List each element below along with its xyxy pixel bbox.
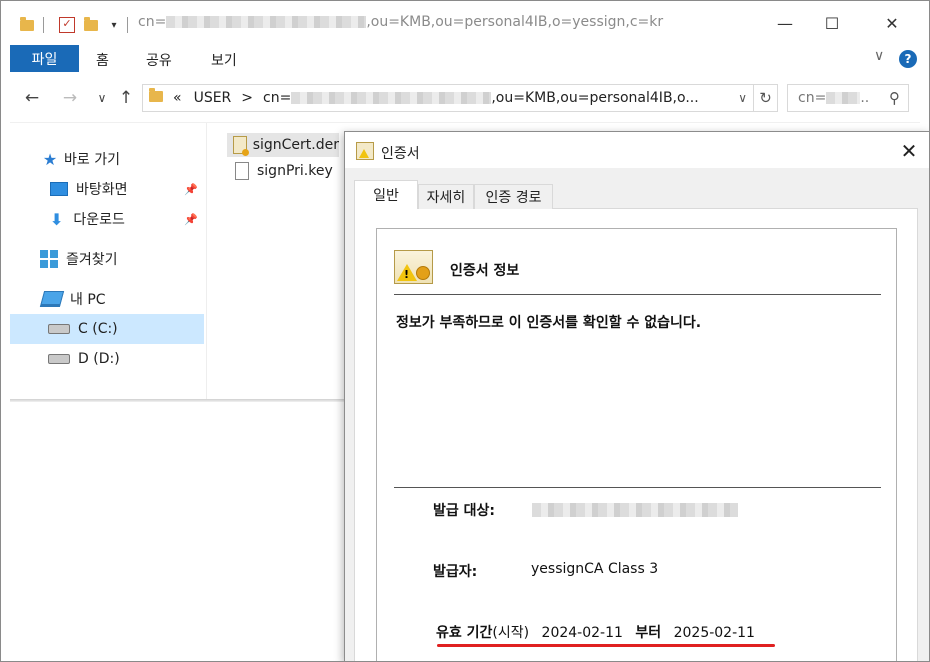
seal-icon <box>416 266 430 280</box>
redacted-text <box>826 92 861 104</box>
new-folder-icon[interactable] <box>82 14 100 36</box>
recent-locations-button[interactable]: ∨ <box>90 86 114 110</box>
window-title-prefix: cn= <box>138 14 167 30</box>
expand-ribbon-icon[interactable]: ∨ <box>874 48 884 64</box>
dialog-title: 인증서 <box>381 146 420 162</box>
nav-this-pc[interactable]: 내 PC <box>10 284 204 314</box>
nav-desktop-label: 바탕화면 <box>76 182 128 198</box>
tab-file[interactable]: 파일 <box>10 45 79 72</box>
nav-this-pc-label: 내 PC <box>70 292 106 308</box>
file-name: signPri.key <box>257 163 333 179</box>
tab-home[interactable]: 홈 <box>96 50 109 70</box>
from-word: 부터 <box>635 625 662 641</box>
address-dropdown-icon[interactable]: ∨ <box>738 91 747 105</box>
tab-certification-path[interactable]: 인증 경로 <box>474 184 553 209</box>
validity-start-label: (시작) <box>492 625 530 641</box>
ribbon-bar <box>1 43 929 76</box>
dialog-close-button[interactable]: ✕ <box>896 138 922 164</box>
issued-to-label: 발급 대상: <box>433 503 495 519</box>
maximize-button[interactable]: ☐ <box>809 8 855 38</box>
separator <box>40 14 46 36</box>
desktop-icon <box>50 182 68 196</box>
validity-label: 유효 기간 <box>436 625 493 641</box>
list-item[interactable]: signCert.der <box>227 133 339 157</box>
search-icon[interactable]: ⚲ <box>889 89 900 107</box>
forward-button[interactable]: → <box>58 86 82 110</box>
nav-drive-c-label: C (C:) <box>78 321 118 337</box>
issued-to-value <box>532 502 738 518</box>
nav-downloads-label: 다운로드 <box>73 212 125 228</box>
download-icon: ⬇ <box>50 209 64 229</box>
redacted-text <box>166 16 367 28</box>
redacted-text <box>291 92 492 104</box>
nav-quick-access[interactable]: ★ 바로 가기 <box>10 144 204 174</box>
tab-view[interactable]: 보기 <box>211 50 237 70</box>
divider <box>394 487 881 488</box>
favorites-icon <box>40 250 58 268</box>
breadcrumb-suffix[interactable]: ,ou=KMB,ou=personal4IB,o... <box>491 90 698 106</box>
issued-by-value: yessignCA Class 3 <box>531 561 659 577</box>
nav-drive-d-label: D (D:) <box>78 351 120 367</box>
nav-downloads[interactable]: ⬇ 다운로드 📌 <box>10 204 204 234</box>
window-title-suffix: ,ou=KMB,ou=personal4IB,o=yessign,c=kr <box>366 14 664 30</box>
search-prefix: cn= <box>798 90 827 106</box>
window-title: cn= ,ou=KMB,ou=personal4IB,o=yessign,c=kr <box>138 14 663 30</box>
list-item[interactable]: signPri.key <box>227 159 339 183</box>
drive-icon <box>48 354 70 364</box>
section-title: 인증서 정보 <box>450 263 520 279</box>
certificate-icon <box>356 142 374 160</box>
validity-row: 유효 기간(시작) 2024-02-11 부터 2025-02-11 <box>436 622 755 642</box>
divider <box>394 294 881 295</box>
tab-share[interactable]: 공유 <box>146 50 172 70</box>
file-name: signCert.der <box>252 137 339 153</box>
drive-icon <box>48 324 70 334</box>
up-button[interactable]: ↑ <box>114 86 138 110</box>
breadcrumb-overflow[interactable]: « <box>173 90 182 106</box>
pin-icon[interactable]: 📌 <box>184 213 198 226</box>
certificate-icon <box>233 136 249 156</box>
nav-favorites-label: 즐겨찾기 <box>66 252 118 268</box>
valid-from: 2024-02-11 <box>541 625 623 641</box>
nav-drive-d[interactable]: D (D:) <box>10 344 204 374</box>
separator <box>124 14 130 36</box>
folder-icon <box>149 88 163 106</box>
breadcrumb-separator: > <box>241 90 254 106</box>
properties-check-icon[interactable]: ✓ <box>58 14 76 36</box>
breadcrumb-user[interactable]: USER <box>194 90 232 106</box>
refresh-button[interactable]: ↻ <box>754 84 778 112</box>
tab-details[interactable]: 자세히 <box>418 184 474 209</box>
nav-desktop[interactable]: 바탕화면 📌 <box>10 174 204 204</box>
address-bar[interactable]: « USER > cn= ,ou=KMB,ou=personal4IB,o... … <box>142 84 754 112</box>
issued-by-label: 발급자: <box>433 564 478 580</box>
redacted-text <box>532 503 738 517</box>
close-button[interactable]: ✕ <box>869 8 915 38</box>
warning-message: 정보가 부족하므로 이 인증서를 확인할 수 없습니다. <box>396 315 702 331</box>
breadcrumb-prefix: cn= <box>263 90 292 106</box>
nav-quick-access-label: 바로 가기 <box>64 152 120 168</box>
minimize-button[interactable]: — <box>762 8 808 38</box>
explorer-bottom-edge <box>10 399 344 402</box>
tab-general[interactable]: 일반 <box>354 180 418 209</box>
back-button[interactable]: ← <box>20 86 44 110</box>
nav-drive-c[interactable]: C (C:) <box>10 314 204 344</box>
valid-to: 2025-02-11 <box>673 625 755 641</box>
nav-favorites[interactable]: 즐겨찾기 <box>10 244 204 274</box>
customize-toolbar-icon[interactable]: ▾ <box>106 14 122 36</box>
folder-icon <box>18 14 36 36</box>
computer-icon <box>39 291 65 307</box>
highlight-underline <box>437 644 775 647</box>
star-icon: ★ <box>42 149 58 169</box>
pin-icon[interactable]: 📌 <box>184 183 198 196</box>
file-icon <box>235 162 249 180</box>
help-icon[interactable]: ? <box>899 50 917 68</box>
search-suffix: .. <box>860 90 870 106</box>
search-input[interactable]: cn=.. ⚲ <box>787 84 909 112</box>
